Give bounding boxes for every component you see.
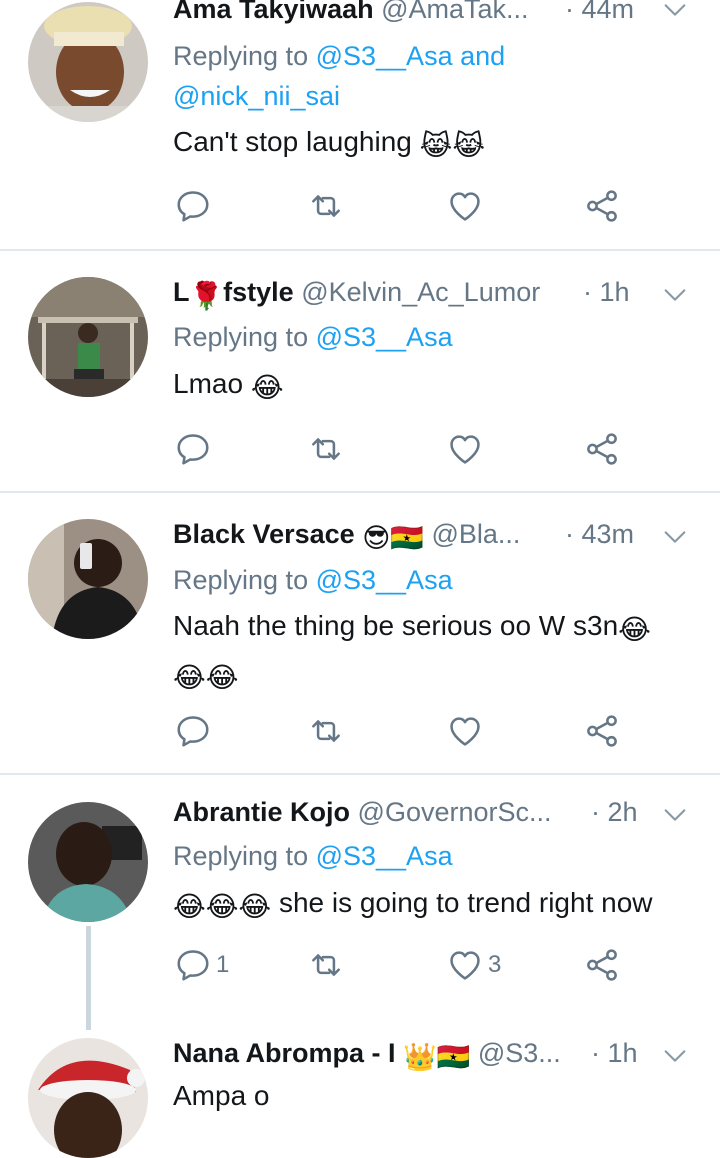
tweet[interactable]: Abrantie Kojo @GovernorSc... · 2h Replyi…	[0, 775, 720, 1020]
reply-button[interactable]	[174, 184, 212, 228]
reply-button[interactable]	[174, 427, 212, 471]
like-count: 3	[488, 951, 502, 978]
timestamp[interactable]: · 44m	[565, 0, 634, 25]
tweet-text: Can't stop laughing 😹😹	[173, 120, 700, 168]
retweet-icon	[307, 946, 345, 984]
avatar[interactable]	[28, 1038, 148, 1158]
avatar[interactable]	[28, 519, 148, 639]
timestamp[interactable]: · 1h	[591, 1038, 638, 1069]
tweet-text: 😂😂😂 she is going to trend right now	[173, 881, 700, 929]
retweet-button[interactable]	[307, 427, 345, 471]
name-emoji: 😎🇬🇭	[362, 523, 424, 553]
share-button[interactable]	[583, 709, 621, 753]
reply-button[interactable]	[174, 709, 212, 753]
share-button[interactable]	[583, 943, 621, 987]
like-button[interactable]	[446, 184, 484, 228]
chevron-down-icon[interactable]	[661, 0, 689, 24]
like-icon	[446, 430, 484, 468]
like-icon	[446, 946, 484, 984]
tweet-text: Lmao 😂	[173, 362, 700, 410]
user-handle[interactable]: @Kelvin_Ac_Lumor	[301, 277, 540, 307]
tweet-text: Naah the thing be serious oo W s3n😂 😂😂	[173, 604, 700, 700]
retweet-icon	[307, 430, 345, 468]
mention-link[interactable]: @S3__Asa	[316, 565, 453, 595]
like-button[interactable]: 3	[446, 943, 501, 987]
reply-button[interactable]: 1	[174, 943, 229, 987]
user-handle[interactable]: @GovernorSc...	[358, 797, 552, 827]
display-name[interactable]: Nana Abrompa - I 👑🇬🇭 @S3...	[173, 1038, 561, 1073]
user-handle[interactable]: @Bla...	[431, 519, 520, 549]
mention-link[interactable]: @nick_nii_sai	[173, 81, 340, 111]
mention-link[interactable]: @S3__Asa and	[316, 41, 506, 71]
rose-emoji: 🌹	[189, 281, 224, 311]
share-icon	[583, 712, 621, 750]
chevron-down-icon[interactable]	[661, 523, 689, 551]
reply-icon	[174, 430, 212, 468]
reply-icon	[174, 712, 212, 750]
share-button[interactable]	[583, 427, 621, 471]
display-name[interactable]: L🌹fstyle @Kelvin_Ac_Lumor	[173, 277, 540, 312]
reply-count: 1	[216, 951, 230, 978]
reply-icon	[174, 187, 212, 225]
chevron-down-icon[interactable]	[661, 1042, 689, 1070]
mention-link[interactable]: @S3__Asa	[316, 322, 453, 352]
retweet-button[interactable]	[307, 943, 345, 987]
emoji: 😂😂😂	[173, 891, 272, 922]
like-icon	[446, 712, 484, 750]
user-handle[interactable]: @AmaTak...	[381, 0, 528, 24]
share-icon	[583, 946, 621, 984]
tweet-text: Ampa o	[173, 1080, 270, 1111]
retweet-button[interactable]	[307, 184, 345, 228]
reply-icon	[174, 946, 212, 984]
user-handle[interactable]: @S3...	[478, 1038, 561, 1068]
replying-to: Replying to @S3__Asa	[173, 841, 453, 871]
mention-link[interactable]: @S3__Asa	[316, 841, 453, 871]
emoji: 😂	[250, 372, 284, 403]
retweet-button[interactable]	[307, 709, 345, 753]
tweet[interactable]: Black Versace 😎🇬🇭 @Bla... · 43m Replying…	[0, 493, 720, 773]
avatar[interactable]	[28, 802, 148, 922]
replying-to: Replying to @S3__Asa and @nick_nii_sai	[173, 41, 506, 111]
display-name[interactable]: Abrantie Kojo @GovernorSc...	[173, 797, 552, 828]
display-name[interactable]: Ama Takyiwaah @AmaTak...	[173, 0, 529, 25]
like-icon	[446, 187, 484, 225]
avatar[interactable]	[28, 2, 148, 122]
avatar[interactable]	[28, 277, 148, 397]
like-button[interactable]	[446, 427, 484, 471]
chevron-down-icon[interactable]	[661, 801, 689, 829]
like-button[interactable]	[446, 709, 484, 753]
display-name[interactable]: Black Versace 😎🇬🇭 @Bla...	[173, 519, 520, 554]
emoji: 😂😂	[173, 662, 239, 693]
tweet[interactable]: L🌹fstyle @Kelvin_Ac_Lumor · 1h Replying …	[0, 251, 720, 491]
tweet[interactable]: Nana Abrompa - I 👑🇬🇭 @S3... · 1h Ampa o	[0, 1030, 720, 1158]
share-button[interactable]	[583, 184, 621, 228]
timestamp[interactable]: · 43m	[565, 519, 634, 550]
retweet-icon	[307, 187, 345, 225]
emoji: 😹😹	[419, 130, 486, 161]
timestamp[interactable]: · 1h	[583, 277, 630, 308]
replying-to: Replying to @S3__Asa	[173, 322, 453, 352]
share-icon	[583, 430, 621, 468]
chevron-down-icon[interactable]	[661, 281, 689, 309]
tweet[interactable]: Ama Takyiwaah @AmaTak... · 44m Replying …	[0, 0, 720, 250]
share-icon	[583, 187, 621, 225]
retweet-icon	[307, 712, 345, 750]
name-emoji: 👑🇬🇭	[403, 1042, 471, 1072]
replying-to: Replying to @S3__Asa	[173, 565, 453, 595]
emoji: 😂	[618, 614, 651, 645]
timestamp[interactable]: · 2h	[591, 797, 638, 828]
